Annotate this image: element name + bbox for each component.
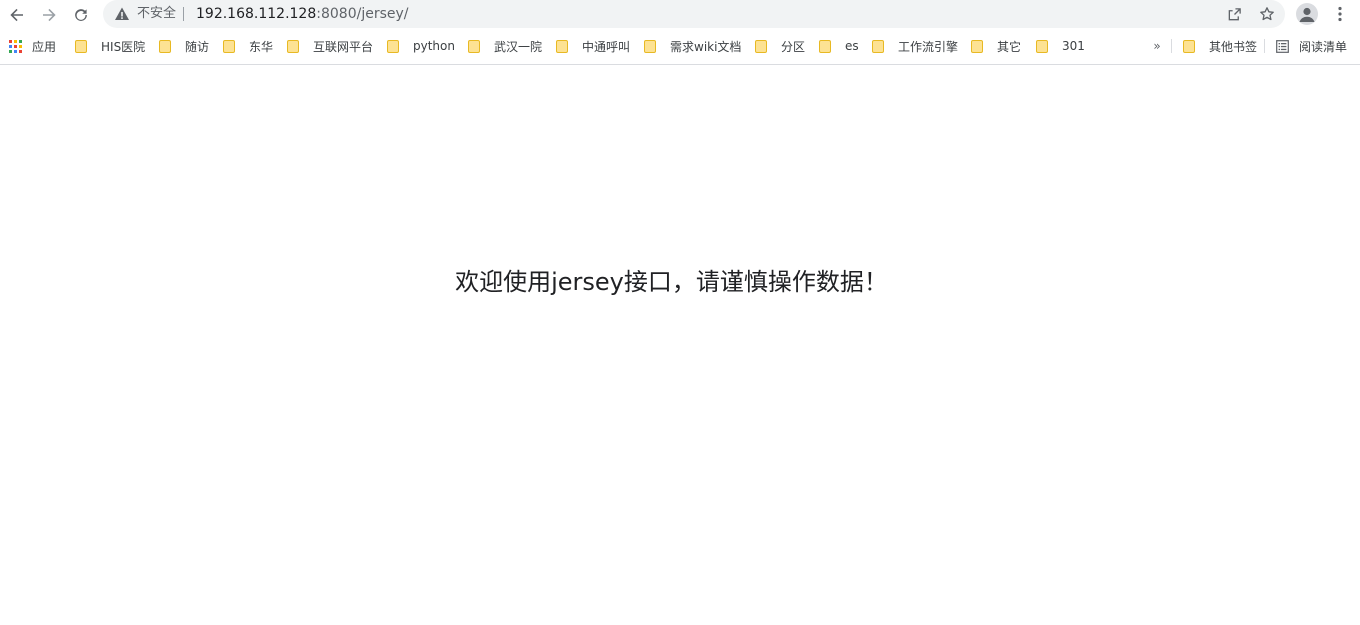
bookmark-label: es bbox=[845, 39, 859, 53]
bookmark-folder[interactable]: 互联网平台 bbox=[287, 37, 373, 55]
omnibox-separator bbox=[183, 7, 184, 21]
folder-icon bbox=[819, 39, 831, 53]
warning-icon[interactable] bbox=[114, 6, 130, 22]
reading-list-icon bbox=[1276, 39, 1289, 53]
bookmark-folder[interactable]: 武汉一院 bbox=[468, 37, 542, 55]
folder-icon bbox=[287, 39, 299, 53]
share-icon bbox=[1228, 7, 1241, 20]
url-host: 192.168.112.128 bbox=[196, 6, 317, 22]
profile-icon bbox=[1299, 7, 1315, 22]
share-button[interactable] bbox=[1224, 4, 1244, 24]
bookmark-label: 武汉一院 bbox=[494, 39, 543, 54]
forward-button[interactable] bbox=[36, 2, 62, 28]
folder-icon bbox=[872, 39, 884, 53]
folder-icon bbox=[1183, 39, 1195, 53]
bookmark-label: 中通呼叫 bbox=[582, 39, 631, 54]
bookmark-label: 需求wiki文档 bbox=[670, 39, 742, 54]
bookmark-label: 随访 bbox=[185, 39, 210, 54]
folder-icon bbox=[556, 39, 568, 53]
browser-menu-button[interactable] bbox=[1330, 3, 1350, 25]
bookmarks-bar: 应用 HIS医院 随访 东华 互联网平台 python 武汉一院 中通呼叫 需求… bbox=[0, 29, 1360, 65]
apps-grid-icon bbox=[9, 39, 22, 53]
folder-icon bbox=[1036, 39, 1048, 53]
welcome-message: 欢迎使用jersey接口，请谨慎操作数据！ bbox=[455, 268, 888, 296]
page-content: 欢迎使用jersey接口，请谨慎操作数据！ bbox=[0, 65, 1360, 625]
bookmarks-overflow-button[interactable]: » bbox=[1149, 37, 1165, 55]
address-bar[interactable]: 不安全 192.168.112.128:8080/jersey/ bbox=[103, 0, 1285, 28]
bookmark-label: HIS医院 bbox=[101, 39, 146, 54]
bookmark-label: 301 bbox=[1062, 39, 1085, 53]
bookmark-label: 应用 bbox=[32, 39, 57, 54]
back-arrow-icon bbox=[10, 8, 23, 22]
bookmark-label: 工作流引擎 bbox=[898, 39, 959, 54]
bookmark-label: python bbox=[413, 39, 455, 53]
bookmark-folder[interactable]: es bbox=[819, 37, 859, 55]
browser-toolbar: 不安全 192.168.112.128:8080/jersey/ bbox=[0, 0, 1360, 29]
bookmark-folder[interactable]: python bbox=[387, 37, 455, 55]
bookmarks-divider bbox=[1171, 39, 1172, 53]
more-vert-icon bbox=[1338, 6, 1342, 22]
bookmark-label: 其他书签 bbox=[1209, 39, 1258, 54]
bookmark-folder[interactable]: 需求wiki文档 bbox=[644, 37, 741, 55]
bookmark-folder[interactable]: 东华 bbox=[223, 37, 273, 55]
bookmark-apps[interactable]: 应用 bbox=[9, 37, 56, 55]
reload-button[interactable] bbox=[68, 2, 94, 28]
bookmark-folder[interactable]: HIS医院 bbox=[75, 37, 145, 55]
folder-icon bbox=[387, 39, 399, 53]
folder-icon bbox=[971, 39, 983, 53]
bookmark-label: 其它 bbox=[997, 39, 1022, 54]
bookmark-label: 分区 bbox=[781, 39, 806, 54]
folder-icon bbox=[159, 39, 171, 53]
bookmark-label: 互联网平台 bbox=[313, 39, 374, 54]
folder-icon bbox=[755, 39, 767, 53]
bookmark-folder[interactable]: 中通呼叫 bbox=[556, 37, 630, 55]
folder-icon bbox=[223, 39, 235, 53]
back-button[interactable] bbox=[4, 2, 30, 28]
bookmark-folder[interactable]: 工作流引擎 bbox=[872, 37, 958, 55]
bookmark-folder[interactable]: 分区 bbox=[755, 37, 805, 55]
security-status-label[interactable]: 不安全 bbox=[137, 0, 176, 28]
other-bookmarks-folder[interactable]: 其他书签 bbox=[1183, 37, 1257, 55]
folder-icon bbox=[644, 39, 656, 53]
url-path: :8080/jersey/ bbox=[316, 6, 409, 22]
bookmark-label: 东华 bbox=[249, 39, 274, 54]
forward-arrow-icon bbox=[43, 8, 56, 22]
bookmark-label: 阅读清单 bbox=[1299, 39, 1348, 54]
profile-button[interactable] bbox=[1296, 3, 1318, 25]
reading-list-button[interactable]: 阅读清单 bbox=[1276, 37, 1347, 55]
bookmark-folder[interactable]: 301 bbox=[1036, 37, 1085, 55]
folder-icon bbox=[75, 39, 87, 53]
bookmark-folder[interactable]: 随访 bbox=[159, 37, 209, 55]
bookmarks-divider bbox=[1264, 39, 1265, 53]
reload-icon bbox=[75, 9, 87, 21]
folder-icon bbox=[468, 39, 480, 53]
url-text[interactable]: 192.168.112.128:8080/jersey/ bbox=[196, 0, 408, 28]
star-icon bbox=[1260, 7, 1274, 21]
bookmark-star-button[interactable] bbox=[1257, 4, 1277, 24]
bookmark-folder[interactable]: 其它 bbox=[971, 37, 1021, 55]
